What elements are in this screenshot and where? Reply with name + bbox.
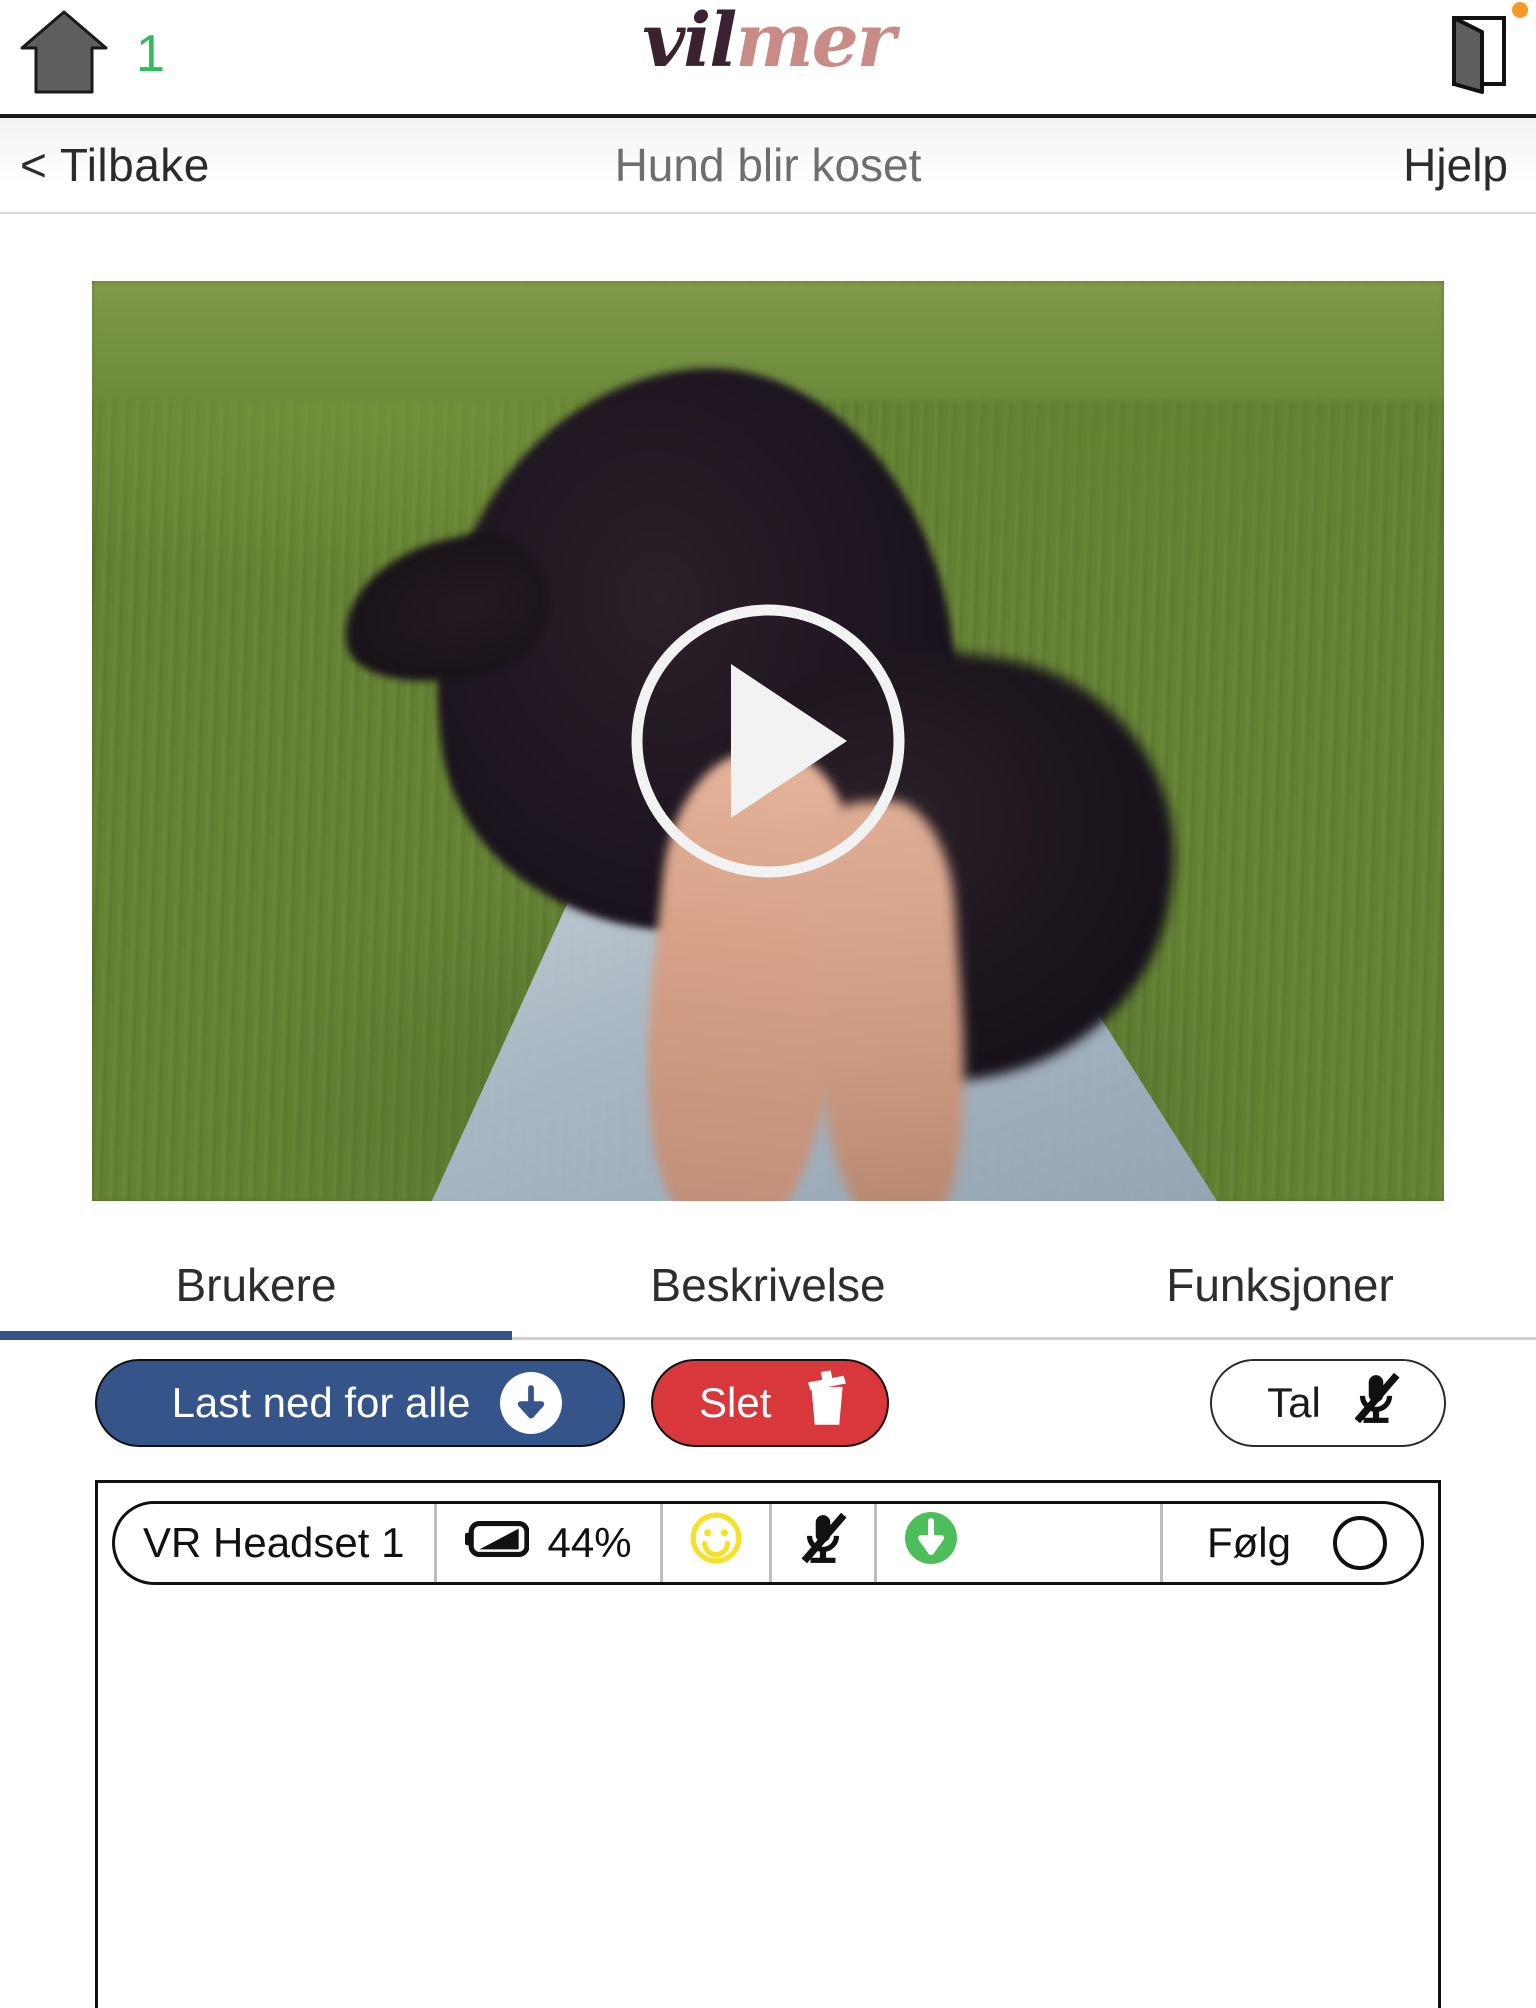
battery-icon <box>465 1519 531 1567</box>
battery-level: 44% <box>547 1519 632 1566</box>
device-status-cell[interactable] <box>659 1504 769 1582</box>
sub-navigation-bar: < Tilbake Hund blir koset Hjelp <box>0 118 1536 214</box>
device-download-cell[interactable] <box>873 1504 985 1582</box>
back-button[interactable]: < Tilbake <box>20 138 210 192</box>
logo-part-mer: mer <box>735 0 895 84</box>
radio-unchecked-icon[interactable] <box>1333 1516 1387 1570</box>
brand-bar: 1 vilmer <box>0 0 1536 118</box>
page-title: Hund blir koset <box>614 139 922 191</box>
logo-part-vil: vil <box>642 0 737 84</box>
tab-label: Beskrivelse <box>650 1258 886 1311</box>
app-logo: vilmer <box>0 4 1536 78</box>
tab-label: Brukere <box>175 1258 337 1311</box>
smiley-icon <box>689 1511 743 1575</box>
device-list-container: VR Headset 1 44% Følg <box>95 1480 1441 2008</box>
home-count: 1 <box>136 25 165 83</box>
microphone-muted-icon <box>798 1511 848 1575</box>
device-follow-cell[interactable]: Følg <box>1160 1504 1417 1582</box>
download-arrow-icon <box>500 1372 563 1434</box>
tab-beskrivelse[interactable]: Beskrivelse <box>512 1232 1024 1337</box>
download-for-all-button[interactable]: Last ned for alle <box>95 1359 625 1447</box>
follow-label: Følg <box>1207 1519 1291 1566</box>
video-section <box>0 214 1536 1232</box>
home-button[interactable]: 1 <box>18 8 165 96</box>
video-player[interactable] <box>92 281 1444 1201</box>
device-name-cell: VR Headset 1 <box>143 1504 434 1582</box>
delete-label: Slet <box>699 1379 772 1426</box>
device-mic-cell[interactable] <box>768 1504 874 1582</box>
talk-label: Tal <box>1267 1379 1321 1426</box>
download-circle-icon <box>903 1510 959 1576</box>
tab-bar: Brukere Beskrivelse Funksjoner <box>0 1232 1536 1340</box>
home-icon <box>20 10 108 94</box>
help-button[interactable]: Hjelp <box>1403 138 1508 192</box>
talk-button[interactable]: Tal <box>1210 1359 1446 1447</box>
exit-button[interactable] <box>1436 12 1508 96</box>
open-door-icon <box>1452 16 1506 94</box>
delete-button[interactable]: Slet <box>651 1359 890 1447</box>
table-row[interactable]: VR Headset 1 44% Følg <box>112 1501 1424 1585</box>
play-icon[interactable] <box>625 598 911 884</box>
tab-brukere[interactable]: Brukere <box>0 1232 512 1340</box>
tab-funksjoner[interactable]: Funksjoner <box>1024 1232 1536 1337</box>
download-for-all-label: Last ned for alle <box>171 1379 471 1426</box>
microphone-muted-icon <box>1351 1371 1401 1435</box>
notification-dot <box>1512 2 1528 18</box>
device-name: VR Headset 1 <box>143 1519 405 1566</box>
device-battery-cell: 44% <box>434 1504 659 1582</box>
action-button-row: Last ned for alle Slet Tal <box>0 1340 1536 1466</box>
tab-label: Funksjoner <box>1166 1258 1394 1311</box>
trash-icon <box>801 1369 853 1437</box>
